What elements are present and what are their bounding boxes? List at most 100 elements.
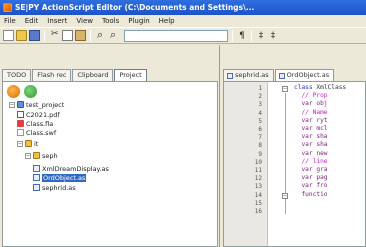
tree-item[interactable]: XmlDreamDisplay.as xyxy=(33,164,109,173)
project-panel: − test_project C2021.pdf Class.fla Class.swf… xyxy=(2,81,218,247)
tree-item-label: sephrid.as xyxy=(42,183,76,192)
tree-item-label: C2021.pdf xyxy=(26,110,60,119)
menu-edit[interactable]: Edit xyxy=(25,17,39,25)
search-combobox[interactable] xyxy=(124,29,228,42)
tree-item[interactable]: − seph xyxy=(25,151,58,160)
code-token: class xyxy=(294,84,317,91)
tab-todo[interactable]: TODO xyxy=(2,69,32,81)
tab-clipboard[interactable]: Clipboard xyxy=(72,69,114,81)
menu-insert[interactable]: Insert xyxy=(47,17,67,25)
line-number-icon[interactable]: ¶ xyxy=(237,31,247,41)
left-tab-strip: TODO Flash rec Clipboard Project xyxy=(2,69,147,82)
line-number: 11 xyxy=(254,167,262,174)
tree-item[interactable]: Class.swf xyxy=(17,128,56,137)
code-editor[interactable]: 1 2 3 4 5 6 7 8 9 10 11 12 13 14 15 16− − class XmlClass … xyxy=(223,81,366,247)
sync-icon[interactable] xyxy=(7,85,20,98)
code-token: var obj xyxy=(294,100,328,108)
line-number: 9 xyxy=(258,150,262,158)
editor-tab-sephrid[interactable]: sephrid.as xyxy=(223,69,274,81)
editor-tab-label: OrdObject.as xyxy=(286,71,330,79)
tree-item-label: seph xyxy=(42,151,58,160)
menu-help[interactable]: Help xyxy=(159,17,175,25)
code-line: // Prop xyxy=(294,92,327,99)
as-icon xyxy=(33,184,40,191)
title-bar: SE|PY ActionScript Editor (C:\Documents … xyxy=(0,0,366,15)
goto-icon[interactable]: ‡ xyxy=(268,31,278,41)
paste-icon[interactable] xyxy=(75,30,86,41)
menu-file[interactable]: File xyxy=(4,17,16,25)
copy-icon[interactable] xyxy=(62,30,73,41)
code-line: functio xyxy=(294,191,327,198)
app-window: SE|PY ActionScript Editor (C:\Documents … xyxy=(0,0,366,247)
expand-collapse-icon[interactable]: − xyxy=(17,140,23,147)
tree-item-label: test_project xyxy=(26,100,65,109)
code-token: XmlClass xyxy=(316,84,347,91)
expand-collapse-icon[interactable]: − xyxy=(25,152,31,159)
expand-collapse-icon[interactable]: − xyxy=(9,101,15,108)
toggle-icon[interactable]: ‡ xyxy=(256,31,266,41)
editor-tab-ordobject[interactable]: OrdObject.as xyxy=(274,69,335,81)
toolbar-separator xyxy=(90,29,91,42)
editor-tab-label: sephrid.as xyxy=(235,71,269,79)
open-folder-icon[interactable] xyxy=(16,30,27,41)
code-line: // line xyxy=(294,158,327,165)
refresh-icon[interactable] xyxy=(24,85,37,98)
code-token: var gra xyxy=(294,166,328,173)
fold-toggle-icon[interactable]: − xyxy=(282,192,288,199)
code-token: var sha xyxy=(294,133,328,141)
as-file-icon xyxy=(227,72,233,79)
find-icon[interactable] xyxy=(95,28,106,42)
code-line xyxy=(294,199,309,206)
toolbar-separator xyxy=(44,29,45,42)
code-token: var fro xyxy=(294,182,328,190)
tree-item-label: it xyxy=(34,139,39,148)
pdf-icon xyxy=(17,111,24,118)
tree-item-label: Class.fla xyxy=(26,119,54,128)
line-number: 12 xyxy=(254,175,262,183)
tree-item[interactable]: C2021.pdf xyxy=(17,110,60,119)
code-line: var pag xyxy=(294,174,328,182)
menu-view[interactable]: View xyxy=(76,17,93,25)
app-icon xyxy=(3,3,12,12)
tree-item[interactable]: − it xyxy=(17,139,38,148)
tree-item-label: Class.swf xyxy=(26,128,57,137)
code-token: var pag xyxy=(294,174,328,182)
line-number: 5 xyxy=(258,117,262,125)
line-number: 6 xyxy=(258,126,262,133)
folder-icon xyxy=(25,140,32,147)
tree-item[interactable]: Class.fla xyxy=(17,119,53,128)
save-icon[interactable] xyxy=(29,30,40,41)
line-number: 1 xyxy=(258,85,262,92)
code-line: class XmlClass xyxy=(294,84,346,91)
code-line: var obj xyxy=(294,100,328,108)
cut-icon[interactable] xyxy=(49,29,60,41)
new-file-icon[interactable] xyxy=(3,30,14,41)
tab-flash-rec[interactable]: Flash rec xyxy=(32,69,72,81)
as-file-icon xyxy=(278,72,285,79)
menu-bar: File Edit Insert View Tools Plugin Help xyxy=(0,15,366,27)
line-number: 7 xyxy=(258,134,262,142)
menu-tools[interactable]: Tools xyxy=(102,17,119,25)
menu-plugin[interactable]: Plugin xyxy=(128,17,149,25)
line-number: 14 xyxy=(254,191,262,199)
project-icon xyxy=(17,101,24,108)
code-token: var sha xyxy=(294,141,328,149)
swf-icon xyxy=(17,129,24,136)
line-number: 8 xyxy=(258,142,262,150)
editor-tab-strip: sephrid.as OrdObject.as xyxy=(223,69,335,81)
tree-item-label: XmlDreamDisplay.as xyxy=(42,164,109,173)
editor-panel: sephrid.as OrdObject.as 1 2 3 4 5 6 7 8 9 10 11 12 1… xyxy=(221,45,366,247)
folder-icon xyxy=(33,152,40,159)
code-line: var mcl xyxy=(294,125,327,132)
code-line: var sha xyxy=(294,141,328,149)
tree-item[interactable]: − test_project xyxy=(9,100,64,109)
tree-item[interactable]: OrdObject.as xyxy=(33,173,87,182)
toolbar-separator xyxy=(232,29,233,42)
tree-item-label: OrdObject.as xyxy=(42,173,87,182)
left-panel: TODO Flash rec Clipboard Project − test_p… xyxy=(0,45,220,247)
project-toolbar xyxy=(7,85,37,98)
find-next-icon[interactable] xyxy=(108,28,119,42)
tree-item[interactable]: sephrid.as xyxy=(33,183,76,192)
fold-toggle-icon[interactable]: − xyxy=(282,86,288,92)
